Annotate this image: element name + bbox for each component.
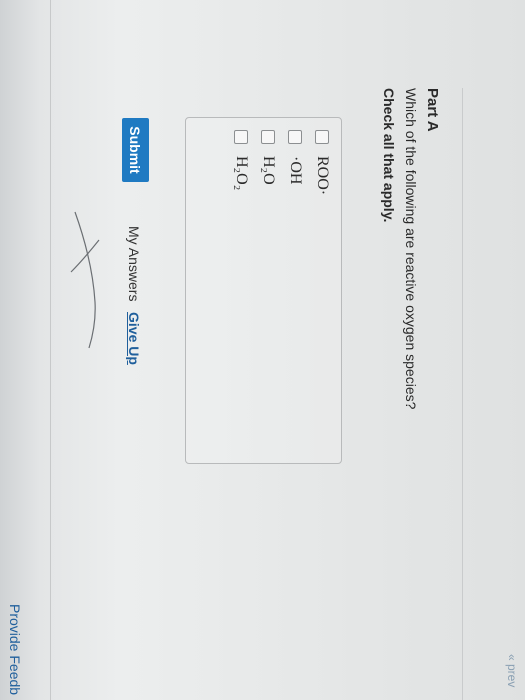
option-roo[interactable]: ROO· [311, 130, 333, 195]
option-label: H₂O₂ [233, 156, 250, 191]
my-answers-link[interactable]: My Answers [126, 226, 142, 301]
instruction-text: Check all that apply. [381, 88, 397, 223]
pen-scribble [70, 211, 100, 349]
part-title: Part A [424, 88, 441, 132]
give-up-link[interactable]: Give Up [126, 312, 142, 365]
option-h2o2[interactable]: H₂O₂ [230, 130, 252, 190]
prev-link[interactable]: « prev [505, 654, 519, 687]
rotated-content: « prev Part A Which of the following are… [0, 0, 525, 700]
answer-options-box: ROO· ·OH H₂O H₂O₂ [185, 117, 342, 464]
submit-button[interactable]: Submit [122, 118, 149, 182]
checkbox[interactable] [234, 130, 248, 144]
provide-feedback-link[interactable]: Provide Feedb [7, 604, 23, 695]
top-divider [462, 88, 463, 700]
checkbox[interactable] [315, 130, 329, 144]
option-label: ·OH [287, 156, 304, 185]
checkbox[interactable] [288, 130, 302, 144]
option-label: ROO· [314, 156, 331, 196]
checkbox[interactable] [261, 130, 275, 144]
option-label: H₂O [260, 156, 277, 185]
question-text: Which of the following are reactive oxyg… [403, 88, 419, 410]
option-oh[interactable]: ·OH [284, 130, 306, 184]
option-h2o[interactable]: H₂O [257, 130, 279, 185]
